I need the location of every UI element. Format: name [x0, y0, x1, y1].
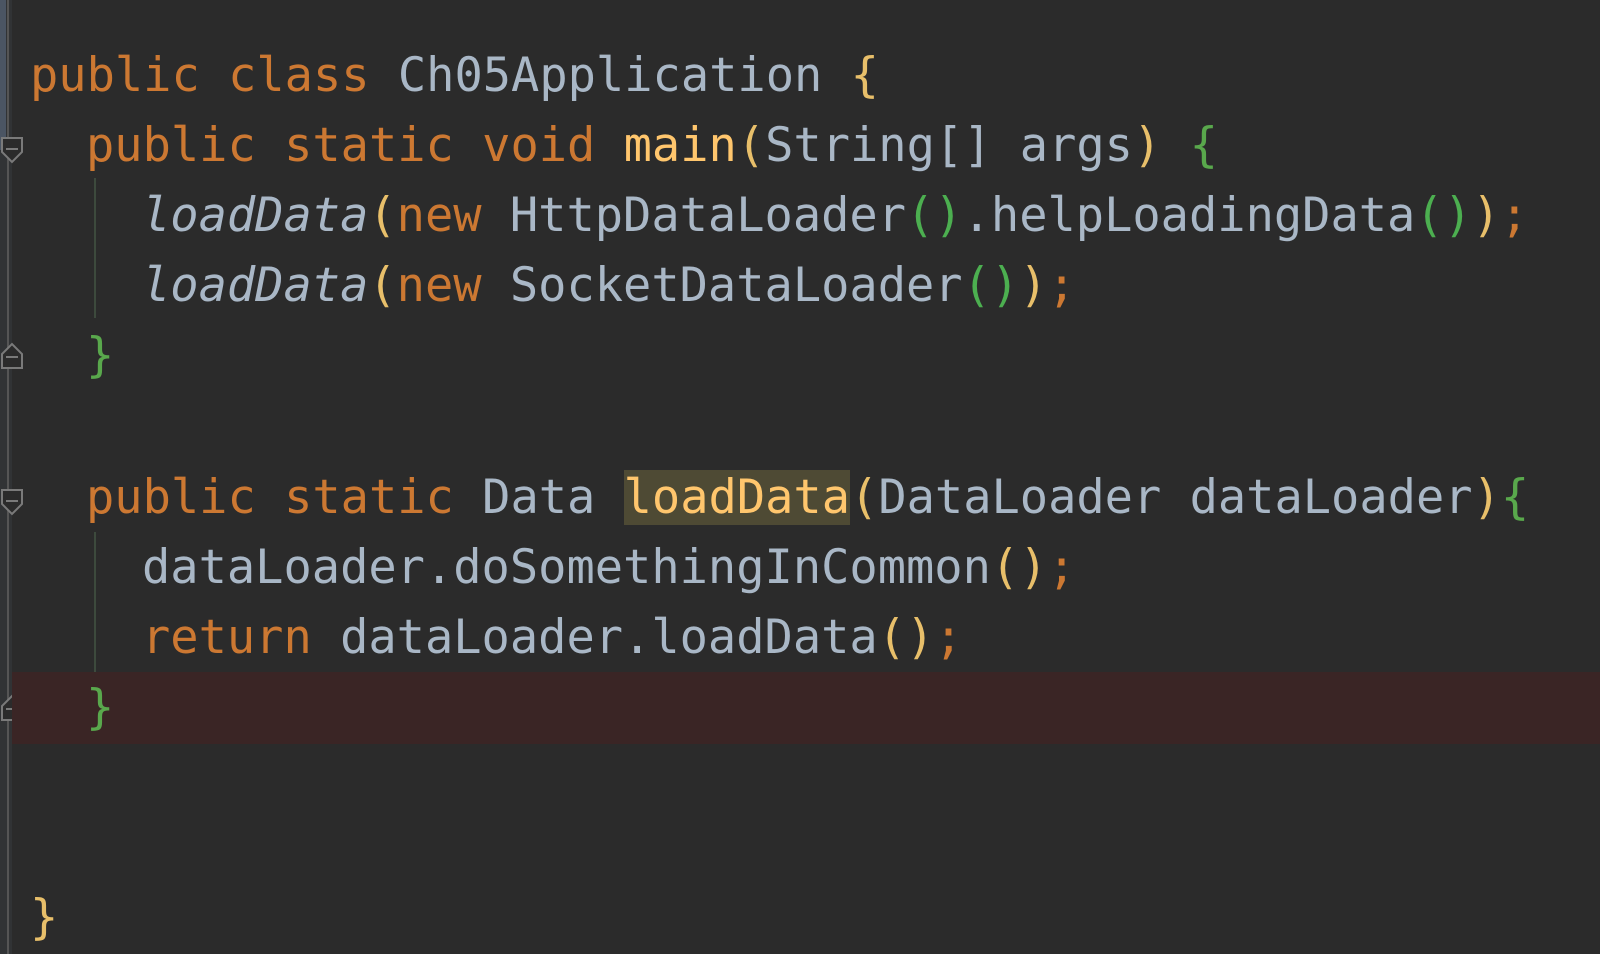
keyword-class: class [228, 48, 370, 103]
paren: ) [1019, 258, 1048, 313]
paren: ( [368, 258, 397, 313]
keyword-public: public [86, 118, 256, 173]
close-brace: } [86, 680, 115, 735]
paren: () [906, 188, 963, 243]
parameter-list: DataLoader dataLoader [878, 470, 1473, 525]
parameter-list: String[] args [765, 118, 1133, 173]
code-line-5[interactable]: } [0, 320, 1600, 392]
code-editor[interactable]: public class Ch05Application { public st… [0, 0, 1600, 954]
code-line-3[interactable]: loadData(new HttpDataLoader().helpLoadin… [0, 180, 1600, 252]
paren: ) [1132, 118, 1162, 173]
paren: () [1415, 188, 1472, 243]
type-name[interactable]: SocketDataLoader [510, 258, 963, 313]
paren: () [962, 258, 1020, 313]
semicolon: ; [934, 610, 963, 665]
keyword-void: void [482, 118, 596, 173]
keyword-public: public [86, 470, 256, 525]
paren: ( [736, 118, 766, 173]
paren: ) [1472, 470, 1501, 525]
close-brace: } [30, 890, 59, 945]
type-name[interactable]: HttpDataLoader [510, 188, 906, 243]
code-line-10-current[interactable]: } [12, 672, 1600, 744]
code-line-2[interactable]: public static void main(String[] args) { [0, 110, 1600, 182]
method-call-loadData[interactable]: loadData [142, 258, 368, 313]
method-name-main[interactable]: main [624, 118, 737, 173]
semicolon: ; [1500, 188, 1529, 243]
code-line-8[interactable]: dataLoader.doSomethingInCommon(); [0, 532, 1600, 604]
keyword-return: return [142, 610, 312, 665]
method-call-chain[interactable]: .helpLoadingData [963, 188, 1416, 243]
open-brace: { [850, 48, 879, 103]
keyword-static: static [284, 470, 454, 525]
semicolon: ; [1047, 258, 1076, 313]
method-call-expression[interactable]: dataLoader.doSomethingInCommon [142, 540, 991, 595]
semicolon: ; [1047, 540, 1076, 595]
keyword-new: new [396, 188, 482, 243]
open-brace: { [1500, 470, 1530, 525]
paren: ( [850, 470, 879, 525]
paren: ) [1471, 188, 1501, 243]
method-call-loadData[interactable]: loadData [142, 188, 368, 243]
method-name-loadData-highlighted[interactable]: loadData [623, 470, 851, 525]
method-call-expression[interactable]: dataLoader.loadData [340, 610, 878, 665]
return-type[interactable]: Data [482, 470, 595, 525]
keyword-static: static [284, 118, 454, 173]
code-line-1[interactable]: public class Ch05Application { [0, 40, 1600, 112]
close-brace: } [86, 328, 115, 383]
code-line-4[interactable]: loadData(new SocketDataLoader()); [0, 250, 1600, 322]
code-line-13[interactable]: } [0, 882, 1600, 954]
paren: () [990, 540, 1048, 595]
open-brace: { [1189, 118, 1218, 173]
keyword-public: public [30, 48, 200, 103]
class-name[interactable]: Ch05Application [398, 48, 822, 103]
keyword-new: new [396, 258, 482, 313]
paren: () [877, 610, 935, 665]
paren: ( [368, 188, 397, 243]
code-line-7[interactable]: public static Data loadData(DataLoader d… [0, 462, 1600, 534]
code-line-9[interactable]: return dataLoader.loadData(); [0, 602, 1600, 674]
